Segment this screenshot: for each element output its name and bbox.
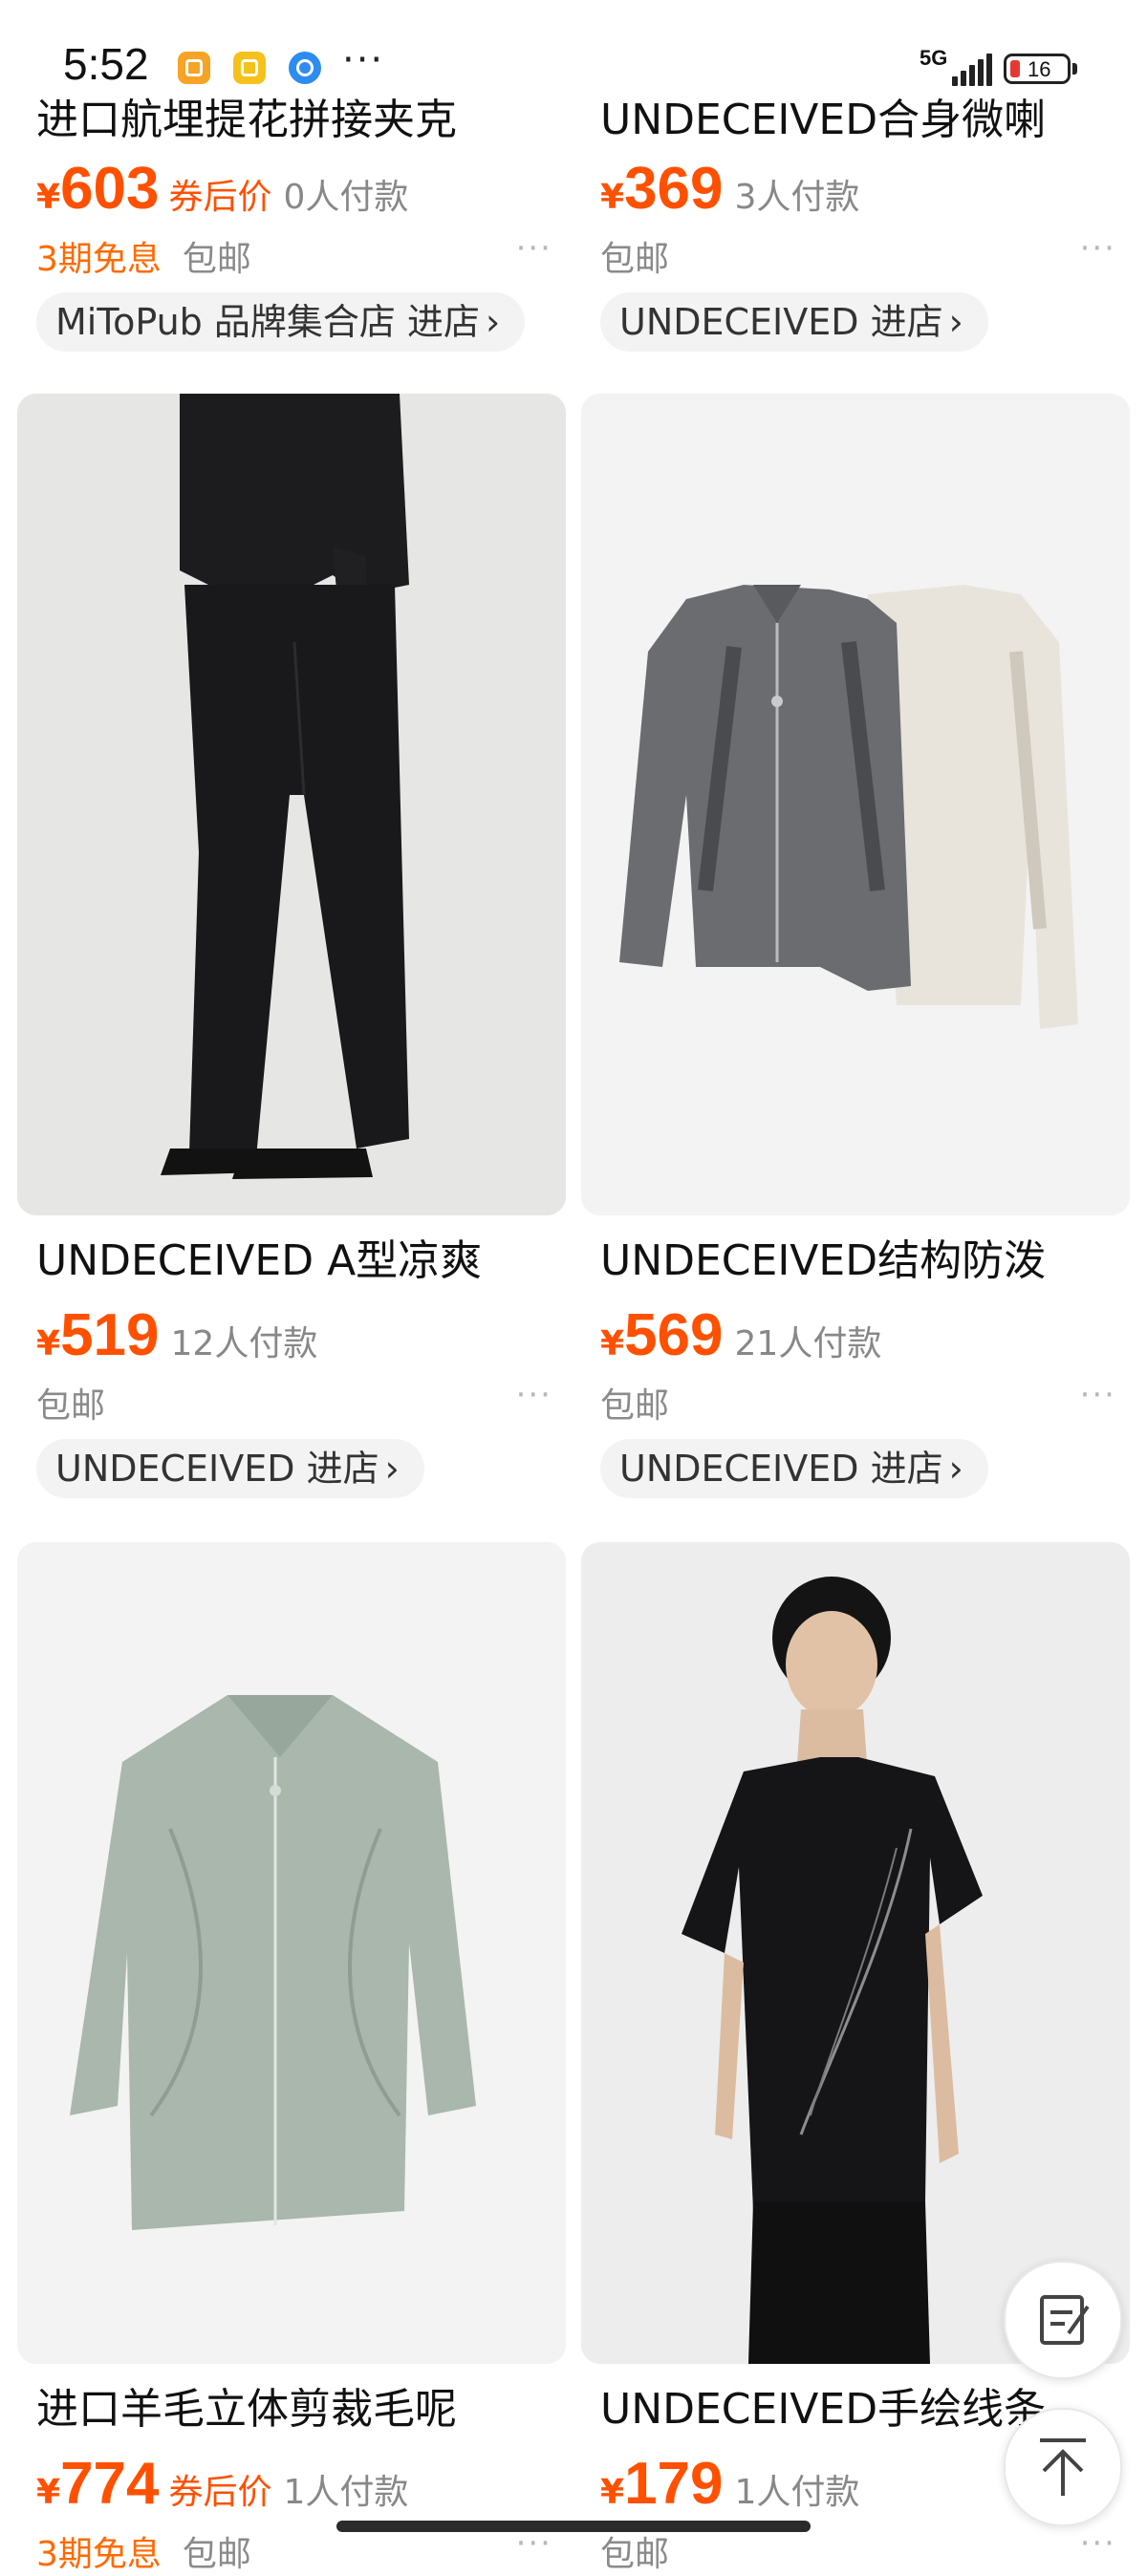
currency-symbol: ¥ xyxy=(36,178,61,217)
free-shipping-tag: 包邮 xyxy=(182,240,251,279)
chat-app-icon xyxy=(233,52,266,84)
price-row: ¥179 1人付款 xyxy=(600,2450,859,2517)
product-card[interactable]: UNDECEIVED手绘线条 ¥179 1人付款 包邮 ··· xyxy=(581,1542,1130,2574)
coupon-price-label: 券后价 xyxy=(168,178,272,217)
product-price: 179 xyxy=(624,2451,724,2517)
edit-feedback-button[interactable] xyxy=(1004,2261,1122,2379)
product-title[interactable]: UNDECEIVED A型凉爽 xyxy=(36,1234,557,1288)
wool-jacket-photo xyxy=(17,1542,566,2364)
shop-name: UNDECEIVED 进店 xyxy=(619,301,943,343)
browser-app-icon xyxy=(289,52,321,84)
sales-count: 12人付款 xyxy=(170,1324,318,1363)
tags-row: 包邮 xyxy=(600,2526,669,2574)
product-card[interactable]: UNDECEIVED结构防泼 ¥569 21人付款 包邮 ··· UNDECEIV… xyxy=(581,394,1130,1502)
signal-icon xyxy=(952,52,992,86)
chevron-right-icon: › xyxy=(948,301,963,343)
free-interest-tag: 3期免息 xyxy=(36,2535,162,2574)
status-time: 5:52 xyxy=(63,39,149,89)
free-shipping-tag: 包邮 xyxy=(600,240,670,279)
free-shipping-tag: 包邮 xyxy=(36,1386,106,1426)
product-image[interactable] xyxy=(581,1542,1130,2364)
price-row: ¥569 21人付款 xyxy=(600,1301,881,1368)
network-label: 5G xyxy=(920,46,948,70)
sales-count: 1人付款 xyxy=(734,2473,860,2512)
product-price: 519 xyxy=(60,1302,160,1368)
app-notification-icon xyxy=(178,52,210,84)
product-price: 569 xyxy=(624,1302,724,1368)
jackets-photo xyxy=(581,394,1130,1215)
tags-row: 3期免息 包邮 xyxy=(36,2526,251,2574)
product-title[interactable]: 进口羊毛立体剪裁毛呢 xyxy=(36,2383,557,2436)
product-grid: 进口航埋提花拼接夹克 ¥603 券后价 0人付款 3期免息 包邮 ··· MiToPu… xyxy=(0,0,1147,2574)
price-row: ¥774 券后价 1人付款 xyxy=(36,2450,408,2517)
currency-symbol: ¥ xyxy=(36,1324,61,1363)
free-shipping-tag: 包邮 xyxy=(182,2535,251,2574)
product-card[interactable]: 进口羊毛立体剪裁毛呢 ¥774 券后价 1人付款 3期免息 包邮 ··· xyxy=(17,1542,566,2574)
shop-name: UNDECEIVED 进店 xyxy=(619,1448,943,1490)
currency-symbol: ¥ xyxy=(600,2473,625,2512)
product-price: 774 xyxy=(60,2451,160,2517)
price-row: ¥603 券后价 0人付款 xyxy=(36,155,408,222)
product-image[interactable] xyxy=(581,394,1130,1215)
product-price: 369 xyxy=(624,156,724,222)
chevron-right-icon: › xyxy=(384,1448,400,1490)
status-bar: 5:52 ··· 5G 16 xyxy=(0,0,1147,96)
battery-icon: 16 xyxy=(1004,54,1071,84)
more-options-icon[interactable]: ··· xyxy=(516,1376,552,1414)
sales-count: 21人付款 xyxy=(734,1324,882,1363)
product-title[interactable]: UNDECEIVED结构防泼 xyxy=(600,1234,1121,1288)
free-shipping-tag: 包邮 xyxy=(600,2535,670,2574)
tags-row: 包邮 xyxy=(600,231,669,279)
edit-note-icon xyxy=(1040,2295,1090,2345)
sales-count: 3人付款 xyxy=(734,178,860,217)
price-row: ¥519 12人付款 xyxy=(36,1301,317,1368)
more-options-icon[interactable]: ··· xyxy=(1080,2524,1116,2563)
currency-symbol: ¥ xyxy=(600,1324,625,1363)
more-options-icon[interactable]: ··· xyxy=(516,229,552,268)
product-title[interactable]: UNDECEIVED合身微喇 xyxy=(600,94,1121,147)
tags-row: 3期免息 包邮 xyxy=(36,231,251,279)
shop-link[interactable]: UNDECEIVED 进店 › xyxy=(600,292,988,352)
more-options-icon[interactable]: ··· xyxy=(1080,229,1116,268)
sales-count: 0人付款 xyxy=(283,178,409,217)
tags-row: 包邮 xyxy=(36,1378,105,1426)
sales-count: 1人付款 xyxy=(283,2473,409,2512)
product-title[interactable]: 进口航埋提花拼接夹克 xyxy=(36,94,557,147)
back-to-top-button[interactable] xyxy=(1004,2408,1122,2526)
tags-row: 包邮 xyxy=(600,1378,669,1426)
free-interest-tag: 3期免息 xyxy=(36,240,162,279)
free-shipping-tag: 包邮 xyxy=(600,1386,670,1426)
more-notifications-icon: ··· xyxy=(342,38,385,82)
currency-symbol: ¥ xyxy=(600,178,625,217)
black-pants-photo xyxy=(17,394,566,1215)
more-options-icon[interactable]: ··· xyxy=(1080,1376,1116,1414)
currency-symbol: ¥ xyxy=(36,2473,61,2512)
product-price: 603 xyxy=(60,156,160,222)
coupon-price-label: 券后价 xyxy=(168,2473,272,2512)
product-image[interactable] xyxy=(17,394,566,1215)
product-card[interactable]: UNDECEIVED A型凉爽 ¥519 12人付款 包邮 ··· UNDECEI… xyxy=(17,394,566,1502)
shop-link[interactable]: UNDECEIVED 进店 › xyxy=(600,1439,988,1498)
black-tshirt-photo xyxy=(581,1542,1130,2364)
shop-name: MiToPub 品牌集合店 进店 xyxy=(55,301,480,343)
home-indicator[interactable] xyxy=(336,2521,811,2532)
shop-link[interactable]: MiToPub 品牌集合店 进店 › xyxy=(36,292,526,352)
shop-name: UNDECEIVED 进店 xyxy=(55,1448,379,1490)
arrow-up-to-top-icon xyxy=(1040,2438,1086,2496)
chevron-right-icon: › xyxy=(948,1448,963,1490)
price-row: ¥369 3人付款 xyxy=(600,155,859,222)
battery-level: 16 xyxy=(1028,57,1051,81)
shop-link[interactable]: UNDECEIVED 进店 › xyxy=(36,1439,424,1498)
chevron-right-icon: › xyxy=(485,301,501,343)
product-image[interactable] xyxy=(17,1542,566,2364)
